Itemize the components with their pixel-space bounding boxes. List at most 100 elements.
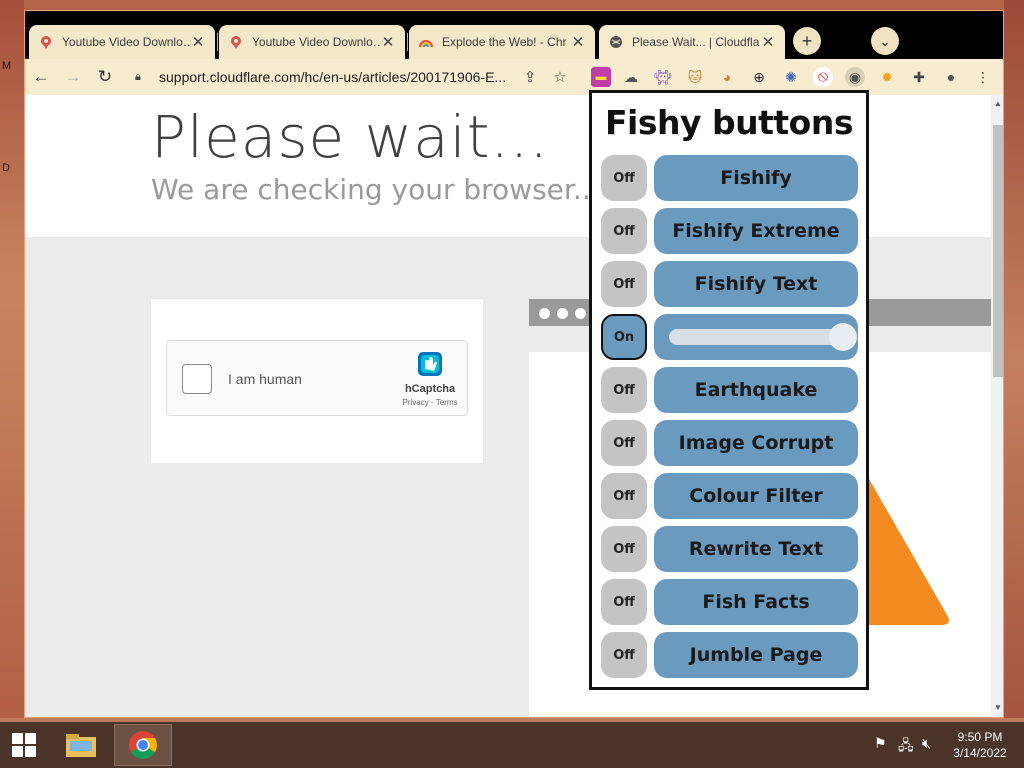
fishify-button[interactable]: Fishify — [654, 155, 858, 201]
tab-youtube-downloader-2[interactable]: Youtube Video Downlo… ✕ — [219, 25, 405, 59]
desktop-wallpaper-left: M D — [0, 0, 24, 720]
tab-title: Youtube Video Downlo… — [62, 35, 191, 49]
address-bar[interactable]: 🔒︎ support.cloudflare.com/hc/en-us/artic… — [123, 63, 575, 91]
action-center-flag-icon[interactable]: ⚑ — [874, 735, 887, 752]
back-button[interactable]: ← — [29, 65, 53, 89]
folder-icon — [66, 734, 96, 757]
row-fishify-text: Off Fishify Text — [601, 261, 859, 307]
earthquake-button[interactable]: Earthquake — [654, 367, 858, 413]
fish-facts-button[interactable]: Fish Facts — [654, 579, 858, 625]
extension-gear-icon[interactable]: ✺ — [781, 67, 801, 87]
jumble-page-toggle[interactable]: Off — [601, 632, 647, 678]
tab-youtube-downloader-1[interactable]: Youtube Video Downlo… ✕ — [29, 25, 215, 59]
tab-explode-the-web[interactable]: Explode the Web! - Chr ✕ — [409, 25, 595, 59]
url-text: support.cloudflare.com/hc/en-us/articles… — [159, 69, 507, 85]
tab-please-wait-cloudflare[interactable]: Please Wait... | Cloudfla ✕ — [599, 25, 785, 59]
close-tab-icon[interactable]: ✕ — [191, 33, 205, 51]
extension-cat-icon[interactable]: 🐱︎ — [685, 67, 705, 87]
chrome-taskbar-button[interactable] — [114, 724, 172, 766]
network-icon[interactable]: 🖧︎ — [898, 735, 914, 759]
hcaptcha-logo-icon — [415, 349, 445, 379]
row-jumble-page: Off Jumble Page — [601, 632, 859, 678]
close-tab-icon[interactable]: ✕ — [761, 33, 775, 51]
row-fish-facts: Off Fish Facts — [601, 579, 859, 625]
image-corrupt-button[interactable]: Image Corrupt — [654, 420, 858, 466]
system-clock[interactable]: 9:50 PM 3/14/2022 — [948, 729, 1012, 761]
colour-filter-button[interactable]: Colour Filter — [654, 473, 858, 519]
slider-track[interactable] — [669, 329, 843, 345]
extension-invader-icon[interactable]: 👾︎ — [653, 67, 673, 87]
tab-strip: Youtube Video Downlo… ✕ Youtube Video Do… — [25, 11, 1003, 59]
captcha-checkbox[interactable] — [182, 364, 212, 394]
extension-crosshair-icon[interactable]: ⊕ — [749, 67, 769, 87]
forward-button[interactable]: → — [61, 65, 85, 89]
row-fishify-extreme: Off Fishify Extreme — [601, 208, 859, 254]
slider-knob[interactable] — [829, 323, 857, 351]
row-image-corrupt: Off Image Corrupt — [601, 420, 859, 466]
scroll-thumb[interactable] — [993, 125, 1003, 377]
desktop-wallpaper-right — [1004, 0, 1024, 720]
file-explorer-taskbar-button[interactable] — [52, 724, 110, 766]
rewrite-text-toggle[interactable]: Off — [601, 526, 647, 572]
fishify-text-toggle[interactable]: Off — [601, 261, 647, 307]
scroll-down-icon[interactable]: ▼ — [991, 701, 1003, 715]
row-earthquake: Off Earthquake — [601, 367, 859, 413]
hcaptcha-links[interactable]: Privacy - Terms — [395, 398, 465, 407]
menu-kebab-icon[interactable]: ⋮ — [973, 67, 993, 87]
pin-icon — [229, 35, 243, 49]
hcaptcha-brand: hCaptcha — [404, 383, 456, 395]
extension-fish-icon[interactable]: ◉ — [845, 67, 865, 87]
extensions-puzzle-icon[interactable]: ✚ — [909, 67, 929, 87]
volume-muted-icon[interactable]: 🔇︎ — [922, 735, 931, 752]
rewrite-text-button[interactable]: Rewrite Text — [654, 526, 858, 572]
extension-block-icon[interactable]: ⦸ — [813, 67, 833, 87]
row-slider: On — [601, 314, 859, 360]
close-tab-icon[interactable]: ✕ — [381, 33, 395, 51]
globe-icon — [609, 35, 623, 49]
row-rewrite-text: Off Rewrite Text — [601, 526, 859, 572]
chrome-logo-icon — [129, 731, 157, 759]
fishify-extreme-button[interactable]: Fishify Extreme — [654, 208, 858, 254]
clock-date: 3/14/2022 — [953, 746, 1007, 760]
earthquake-toggle[interactable]: Off — [601, 367, 647, 413]
tab-search-button[interactable]: ⌄ — [871, 27, 899, 55]
tab-separator — [217, 33, 218, 51]
new-tab-button[interactable]: + — [793, 27, 821, 55]
bookmark-star-icon[interactable]: ☆ — [545, 68, 575, 86]
jumble-page-button[interactable]: Jumble Page — [654, 632, 858, 678]
page-subtitle: We are checking your browser... sup — [151, 173, 659, 206]
extension-rainbow-icon[interactable]: ▬ — [591, 67, 611, 87]
slider-toggle[interactable]: On — [601, 314, 647, 360]
close-tab-icon[interactable]: ✕ — [571, 33, 585, 51]
extension-palette-icon[interactable]: ◕ — [717, 67, 737, 87]
share-icon[interactable]: ⇪ — [515, 68, 545, 86]
start-button[interactable] — [0, 722, 48, 768]
extension-hat-icon[interactable]: ☁ — [621, 67, 641, 87]
intensity-slider[interactable] — [654, 314, 858, 360]
reload-button[interactable]: ↻ — [93, 65, 117, 89]
pin-icon — [39, 35, 53, 49]
fish-facts-toggle[interactable]: Off — [601, 579, 647, 625]
desktop-wallpaper-top — [0, 0, 1024, 10]
row-colour-filter: Off Colour Filter — [601, 473, 859, 519]
illustration-dot — [557, 308, 568, 319]
colour-filter-toggle[interactable]: Off — [601, 473, 647, 519]
illustration-dot — [539, 308, 550, 319]
windows-logo-icon — [12, 733, 36, 757]
page-scrollbar[interactable]: ▲ ▼ — [991, 95, 1003, 717]
desktop-icon-label-d: D — [2, 162, 10, 174]
fishy-buttons-popup: Fishy buttons Off Fishify Off Fishify Ex… — [589, 90, 869, 690]
profile-icon[interactable]: ● — [941, 67, 961, 87]
scroll-up-icon[interactable]: ▲ — [991, 97, 1003, 111]
tab-title: Explode the Web! - Chr — [442, 35, 567, 49]
fishify-text-button[interactable]: Fishify Text — [654, 261, 858, 307]
hcaptcha-widget: I am human hCaptcha Privacy - Terms — [166, 340, 468, 416]
clock-time: 9:50 PM — [957, 730, 1003, 744]
taskbar: ⚑ 🖧︎ 🔇︎ 9:50 PM 3/14/2022 — [0, 722, 1024, 768]
fishify-toggle[interactable]: Off — [601, 155, 647, 201]
image-corrupt-toggle[interactable]: Off — [601, 420, 647, 466]
fishify-extreme-toggle[interactable]: Off — [601, 208, 647, 254]
desktop-icon-label-m: M — [2, 60, 12, 72]
extension-burst-icon[interactable]: ✹ — [877, 67, 897, 87]
tab-title: Youtube Video Downlo… — [252, 35, 381, 49]
